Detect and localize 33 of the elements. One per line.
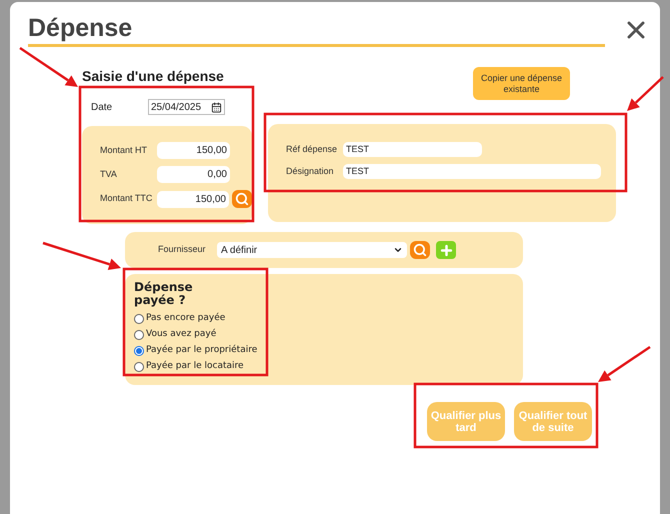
search-button[interactable] bbox=[232, 190, 252, 208]
text-field[interactable]: TEST bbox=[343, 142, 482, 157]
add-button[interactable] bbox=[436, 241, 456, 259]
radio-option[interactable]: Vous avez payé bbox=[134, 328, 523, 341]
field-label: Réf dépense bbox=[286, 142, 338, 156]
section-title: Saisie d'une dépense bbox=[82, 67, 225, 85]
calendar-icon bbox=[211, 102, 222, 112]
annotation-arrow bbox=[598, 346, 651, 382]
field-label: TVA bbox=[100, 168, 118, 181]
supplier-select[interactable]: A définir bbox=[217, 242, 407, 258]
field-label: Date bbox=[91, 100, 114, 114]
dropdown-icon bbox=[393, 245, 403, 255]
date-field[interactable]: 25/04/2025 bbox=[148, 99, 225, 115]
search-button[interactable] bbox=[410, 241, 430, 259]
search-icon bbox=[413, 243, 427, 257]
text-field[interactable]: TEST bbox=[343, 164, 601, 179]
annotation-arrow bbox=[627, 76, 664, 111]
dialog-title: Dépense bbox=[28, 13, 132, 43]
amount-field[interactable]: 0,00 bbox=[157, 166, 230, 183]
radio-option[interactable]: Payée par le propriétaire bbox=[134, 344, 523, 357]
amount-field[interactable]: 150,00 bbox=[157, 142, 230, 159]
copy-button[interactable]: Copier une dépense existante bbox=[473, 67, 570, 100]
payment-title: Dépense payée ? bbox=[134, 281, 194, 307]
plus-icon bbox=[438, 242, 454, 258]
field-label: Montant HT bbox=[100, 144, 148, 157]
radio-option[interactable]: Payée par le locataire bbox=[134, 360, 523, 373]
amount-field[interactable]: 150,00 bbox=[156, 190, 229, 208]
field-label: Fournisseur bbox=[158, 243, 207, 256]
annotation-arrow bbox=[19, 46, 78, 87]
field-label: Montant TTC bbox=[100, 192, 154, 206]
field-label: Désignation bbox=[286, 164, 335, 178]
radio-option[interactable]: Pas encore payée bbox=[134, 312, 523, 325]
search-icon bbox=[235, 192, 249, 206]
